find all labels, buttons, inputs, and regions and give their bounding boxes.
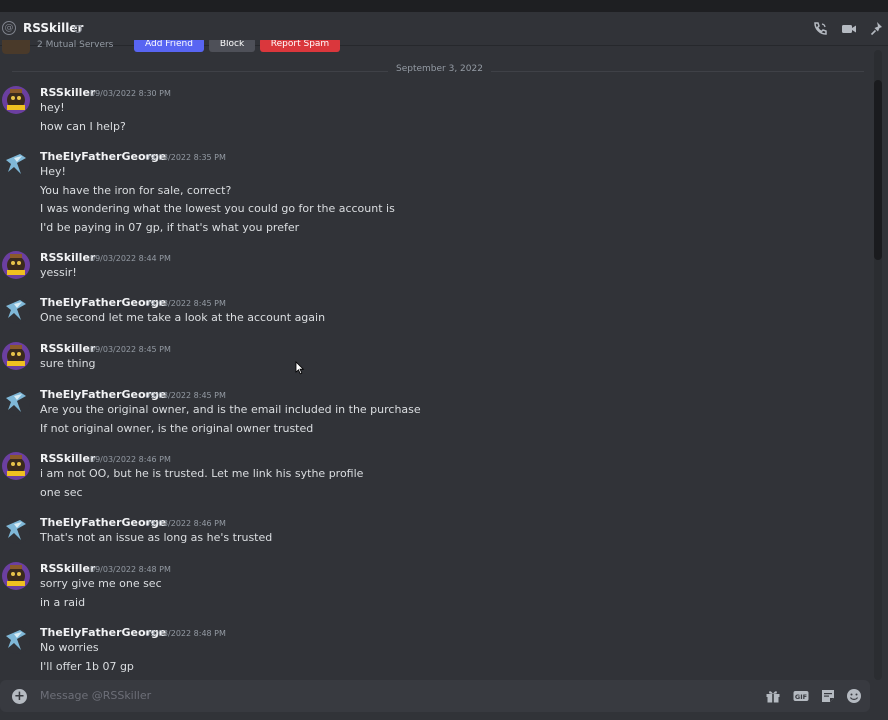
message-text: hey! [40,101,65,114]
message-group[interactable]: RSSkiller 09/03/2022 8:46 PM i am not OO, … [0,452,870,509]
avatar[interactable] [2,562,30,590]
message-text: sure thing [40,357,96,370]
message-timestamp: 09/03/2022 8:45 PM [145,391,226,400]
message-input[interactable]: Message @RSSkiller [40,689,151,702]
message-text: One second let me take a look at the acc… [40,311,326,324]
message-timestamp: 09/03/2022 8:46 PM [145,519,226,528]
message-author[interactable]: RSSkiller [40,562,95,575]
message-timestamp: 09/03/2022 8:45 PM [90,345,171,354]
profile-intro: 2 Mutual Servers Add Friend Block Report… [0,40,870,54]
message-group[interactable]: RSSkiller 09/03/2022 8:30 PM hey! how can I… [0,86,870,143]
profile-avatar [2,40,30,54]
avatar[interactable] [2,342,30,370]
message-text: i am not OO, but he is trusted. Let me l… [40,467,364,480]
block-button[interactable]: Block [209,40,255,52]
message-text: Are you the original owner, and is the e… [40,403,421,416]
message-text: one sec [40,485,83,499]
message-scrollbar[interactable] [874,50,882,680]
message-group[interactable]: RSSkiller 09/03/2022 8:45 PM sure thing [0,342,870,381]
message-timestamp: 09/03/2022 8:48 PM [90,565,171,574]
message-text: If not original owner, is the original o… [40,421,314,435]
mutual-servers-label[interactable]: 2 Mutual Servers [37,40,113,50]
message-group[interactable]: TheElyFatherGeorge 09/03/2022 8:35 PM Hey!… [0,150,870,244]
message-author[interactable]: RSSkiller [40,452,95,465]
avatar[interactable] [2,296,30,324]
message-timestamp: 09/03/2022 8:48 PM [145,629,226,638]
message-text: I'll offer 1b 07 gp [40,659,134,673]
avatar[interactable] [2,86,30,114]
message-timestamp: 09/03/2022 8:35 PM [145,153,226,162]
sticker-icon[interactable] [819,687,837,705]
message-author[interactable]: RSSkiller [40,251,95,264]
message-author[interactable]: RSSkiller [40,342,95,355]
message-group[interactable]: TheElyFatherGeorge 09/03/2022 8:45 PM One … [0,296,870,335]
attach-plus-icon[interactable]: + [12,689,27,704]
message-timestamp: 09/03/2022 8:44 PM [90,254,171,263]
message-timestamp: 09/03/2022 8:30 PM [90,89,171,98]
emoji-icon[interactable] [845,687,863,705]
avatar[interactable] [2,388,30,416]
message-text: sorry give me one sec [40,577,162,590]
avatar[interactable] [2,626,30,654]
offline-status-icon [74,25,82,33]
message-group[interactable]: TheElyFatherGeorge 09/03/2022 8:45 PM Are … [0,388,870,445]
message-text: That's not an issue as long as he's trus… [40,531,273,544]
message-text: No worries [40,641,99,654]
message-author[interactable]: RSSkiller [40,86,95,99]
message-group[interactable]: RSSkiller 09/03/2022 8:44 PM yessir! [0,251,870,290]
report-spam-button[interactable]: Report Spam [260,40,340,52]
add-friend-button[interactable]: Add Friend [134,40,204,52]
message-text: You have the iron for sale, correct? [40,183,232,197]
message-text: Hey! [40,165,66,178]
message-group[interactable]: RSSkiller 09/03/2022 8:48 PM sorry give me… [0,562,870,619]
gif-icon[interactable]: GIF [792,687,810,705]
avatar[interactable] [2,251,30,279]
window-top-strip [0,0,888,12]
voice-call-icon[interactable] [811,20,829,38]
svg-text:GIF: GIF [795,693,807,701]
message-group[interactable]: TheElyFatherGeorge 09/03/2022 8:46 PM That… [0,516,870,555]
message-text: how can I help? [40,119,126,133]
mouse-cursor-icon [295,361,305,375]
gift-icon[interactable] [764,687,782,705]
avatar[interactable] [2,452,30,480]
pinned-messages-icon[interactable] [868,20,886,38]
scrollbar-thumb[interactable] [874,80,882,260]
message-composer[interactable]: + Message @RSSkiller GIF [0,680,870,712]
date-divider-label: September 3, 2022 [388,64,491,74]
message-timestamp: 09/03/2022 8:45 PM [145,299,226,308]
message-text: yessir! [40,266,77,279]
avatar[interactable] [2,516,30,544]
message-text: I'd be paying in 07 gp, if that's what y… [40,220,300,234]
message-group[interactable]: TheElyFatherGeorge 09/03/2022 8:48 PM No w… [0,626,870,683]
avatar[interactable] [2,150,30,178]
at-sign-icon: @ [2,21,16,35]
message-text: in a raid [40,595,86,609]
video-call-icon[interactable] [840,20,858,38]
message-text: I was wondering what the lowest you coul… [40,202,395,215]
date-divider: September 3, 2022 [12,64,864,78]
message-timestamp: 09/03/2022 8:46 PM [90,455,171,464]
